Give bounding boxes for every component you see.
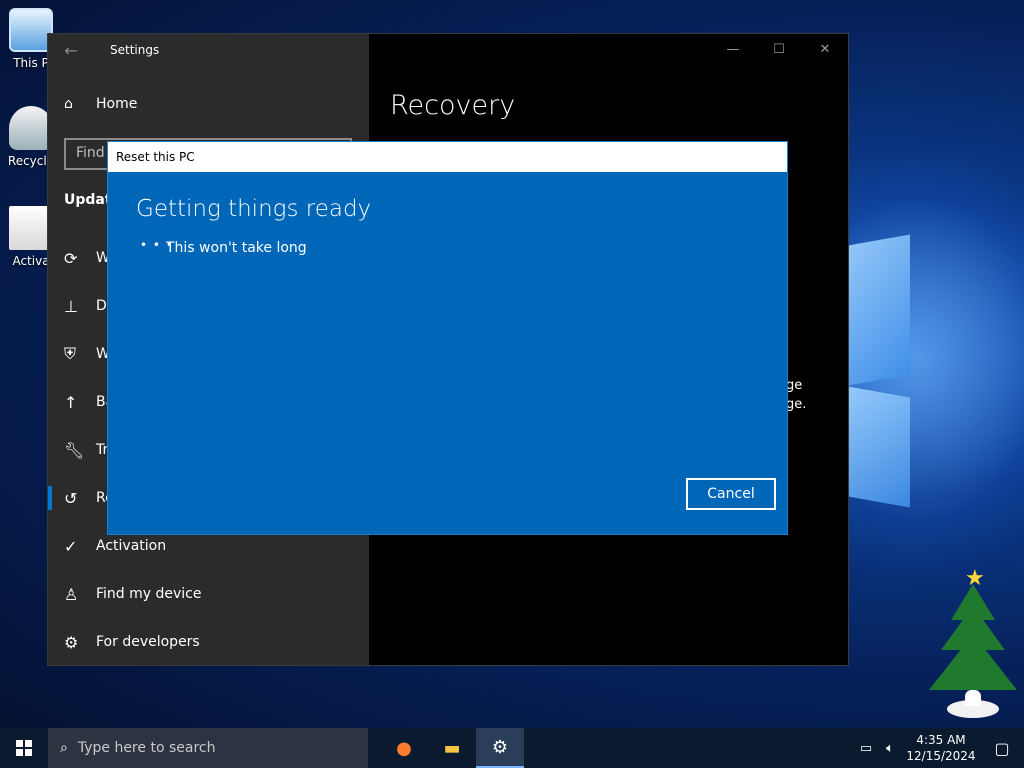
- network-icon[interactable]: ▭: [854, 741, 878, 756]
- clock-date: 12/15/2024: [906, 749, 976, 763]
- firefox-icon: ●: [396, 737, 412, 759]
- sidebar-item-windows-security[interactable]: ⛨ W: [64, 342, 110, 366]
- notifications-icon[interactable]: ▢: [980, 739, 1024, 758]
- system-tray: ▭ 🔈︎ 4:35 AM 12/15/2024 ▢: [854, 728, 1024, 768]
- taskbar: ⌕ Type here to search ● ▬ ⚙ ▭ 🔈︎ 4:35 AM…: [0, 728, 1024, 768]
- sidebar-item-label: Find my device: [96, 586, 202, 602]
- close-icon[interactable]: ✕: [802, 34, 848, 66]
- home-icon: ⌂: [64, 96, 73, 112]
- sidebar-item-windows-update[interactable]: ⟳ W: [64, 246, 110, 270]
- clock[interactable]: 4:35 AM 12/15/2024: [902, 732, 980, 764]
- shield-icon: ⛨: [64, 344, 77, 363]
- back-arrow-icon[interactable]: ←: [48, 41, 94, 60]
- wrench-icon: 🔧︎: [64, 440, 85, 460]
- tree-trunk: [965, 690, 981, 706]
- search-placeholder: Type here to search: [77, 740, 216, 756]
- folder-icon: ▬: [443, 737, 461, 759]
- windows-logo-pane: [848, 386, 910, 508]
- sidebar-item-home[interactable]: ⌂ Home: [64, 96, 137, 112]
- star-icon: ★: [965, 566, 985, 591]
- christmas-tree-icon: ★: [925, 566, 1021, 726]
- delivery-icon: ⊥: [64, 296, 78, 316]
- reset-this-pc-dialog: Reset this PC Getting things ready • • •…: [107, 141, 788, 535]
- search-icon: ⌕: [60, 740, 68, 756]
- window-title: Settings: [110, 43, 160, 57]
- sync-icon: ⟳: [64, 248, 78, 268]
- dialog-subtext: This won't take long: [166, 240, 307, 256]
- sidebar-item-find-my-device[interactable]: ♙ Find my device: [64, 582, 202, 606]
- window-controls: — ☐ ✕: [710, 34, 848, 66]
- selection-indicator: [48, 486, 52, 510]
- taskbar-file-explorer[interactable]: ▬: [428, 728, 476, 768]
- sidebar-item-label: For developers: [96, 634, 200, 650]
- start-button[interactable]: [0, 728, 48, 768]
- dialog-heading: Getting things ready: [136, 196, 372, 222]
- sidebar-item-activation[interactable]: ✓ Activation: [64, 534, 166, 558]
- windows-logo-pane: [848, 234, 910, 386]
- volume-icon[interactable]: 🔈︎: [878, 741, 902, 756]
- page-title: Recovery: [390, 90, 516, 121]
- sidebar-item-troubleshoot[interactable]: 🔧︎ Tr: [64, 438, 108, 462]
- history-icon: ↺: [64, 488, 78, 508]
- settings-titlebar: ← Settings — ☐ ✕: [48, 34, 848, 66]
- sidebar-item-label: Home: [96, 96, 138, 112]
- sidebar-item-label: Activation: [96, 538, 167, 554]
- maximize-icon[interactable]: ☐: [756, 34, 802, 66]
- upload-arrow-icon: ↑: [64, 392, 78, 412]
- minimize-icon[interactable]: —: [710, 34, 756, 66]
- check-circle-icon: ✓: [64, 536, 78, 556]
- sidebar-item-for-developers[interactable]: ⚙ For developers: [64, 630, 200, 654]
- taskbar-firefox[interactable]: ●: [380, 728, 428, 768]
- windows-logo-icon: [16, 740, 32, 756]
- cancel-button[interactable]: Cancel: [686, 478, 776, 510]
- gear-icon: ⚙: [491, 736, 509, 758]
- dialog-title: Reset this PC: [108, 142, 787, 172]
- developer-tools-icon: ⚙: [64, 632, 79, 652]
- clock-time: 4:35 AM: [916, 733, 966, 747]
- taskbar-settings[interactable]: ⚙: [476, 728, 524, 768]
- person-location-icon: ♙: [64, 584, 79, 604]
- taskbar-search-input[interactable]: ⌕ Type here to search: [48, 728, 368, 768]
